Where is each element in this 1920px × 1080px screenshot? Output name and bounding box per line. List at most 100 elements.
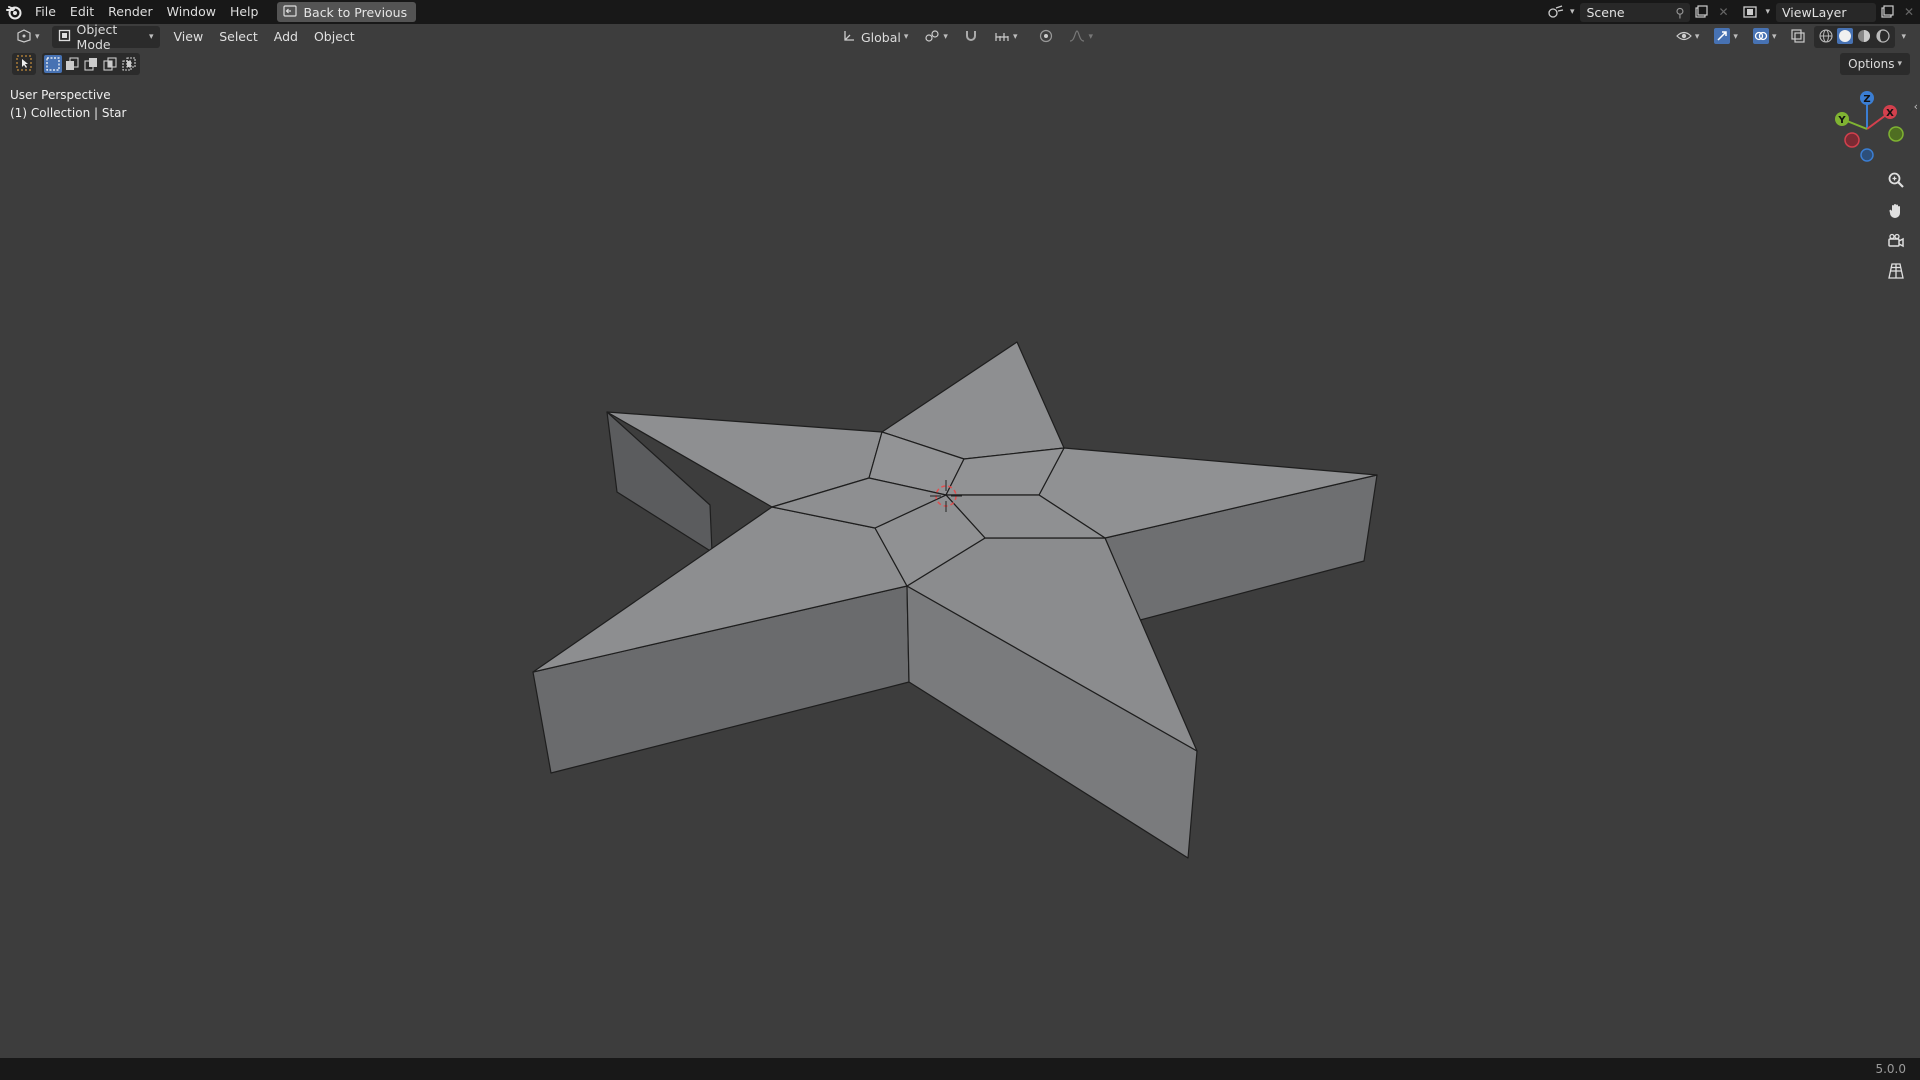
proportional-falloff-selector[interactable]: ▾ xyxy=(1063,26,1099,48)
chevron-down-icon: ▾ xyxy=(35,32,40,42)
select-tool-button[interactable] xyxy=(12,53,36,75)
pivot-point-icon xyxy=(924,29,940,46)
mode-selector[interactable]: Object Mode ▾ xyxy=(51,22,160,52)
viewport-canvas[interactable] xyxy=(0,0,1920,1080)
camera-icon xyxy=(1887,232,1905,253)
navigation-gizmo[interactable]: X Y Z xyxy=(1826,88,1908,170)
mode-label: Object Mode xyxy=(76,22,118,52)
gizmo-neg-x[interactable] xyxy=(1844,132,1860,148)
menu-window[interactable]: Window xyxy=(160,0,223,24)
editor-type-selector[interactable]: ▾ xyxy=(10,26,46,48)
new-view-layer-icon[interactable] xyxy=(1876,2,1898,22)
pivot-point-selector[interactable]: ▾ xyxy=(918,26,954,48)
chevron-down-icon: ▾ xyxy=(1012,32,1018,42)
blender-logo-icon[interactable] xyxy=(0,0,28,24)
xray-icon xyxy=(1791,28,1806,46)
visibility-selector[interactable]: ▾ xyxy=(1670,26,1706,48)
rendered-shading-icon[interactable] xyxy=(1875,28,1891,47)
view-layer-field[interactable]: ViewLayer xyxy=(1776,2,1876,22)
menu-file[interactable]: File xyxy=(28,0,63,24)
viewport-info: User Perspective (1) Collection | Star xyxy=(10,86,126,122)
perspective-toggle-button[interactable] xyxy=(1882,258,1910,286)
chevron-down-icon: ▾ xyxy=(1694,32,1700,42)
menu-edit[interactable]: Edit xyxy=(63,0,101,24)
invert-selection-icon[interactable] xyxy=(101,55,119,73)
camera-view-button[interactable] xyxy=(1882,228,1910,256)
solid-shading-icon[interactable] xyxy=(1837,27,1854,47)
options-dropdown[interactable]: Options ▾ xyxy=(1840,53,1910,75)
gizmo-y-label: Y xyxy=(1837,115,1846,126)
orientation-axes-icon xyxy=(842,29,856,46)
3d-viewport-icon xyxy=(16,28,32,46)
new-scene-icon[interactable] xyxy=(1690,2,1712,22)
back-to-previous-button[interactable]: Back to Previous xyxy=(277,2,417,22)
zoom-magnifier-icon xyxy=(1887,171,1905,192)
snap-target-selector[interactable]: ▾ xyxy=(988,26,1024,48)
scene-name-field[interactable]: Scene ⚲ xyxy=(1580,2,1691,22)
proportional-edit-icon xyxy=(1039,29,1053,46)
workspace-selectors: ▾ Scene ⚲ ✕ ▾ ViewLayer ✕ xyxy=(1545,0,1920,24)
status-bar: 5.0.0 xyxy=(0,1058,1920,1080)
set-new-selection-icon[interactable] xyxy=(44,55,62,73)
tool-settings-row xyxy=(12,53,140,75)
gizmo-icon xyxy=(1714,27,1731,47)
pin-icon[interactable]: ⚲ xyxy=(1675,5,1684,20)
magnet-icon xyxy=(964,29,978,46)
hand-icon xyxy=(1887,202,1905,223)
viewport-display-tools: ▾ ▾ ▾ ▾ xyxy=(1670,26,1906,48)
delete-view-layer-icon[interactable]: ✕ xyxy=(1898,2,1920,22)
gizmo-neg-y[interactable] xyxy=(1888,126,1904,142)
proportional-editing-toggle[interactable] xyxy=(1033,26,1059,48)
delete-scene-icon[interactable]: ✕ xyxy=(1712,2,1734,22)
collection-label: (1) Collection | Star xyxy=(10,106,127,120)
perspective-label: User Perspective xyxy=(10,88,111,102)
menu-view[interactable]: View xyxy=(166,26,212,48)
overlays-toggle[interactable]: ▾ xyxy=(1747,26,1783,48)
chevron-down-icon[interactable]: ▾ xyxy=(1765,7,1770,17)
intersect-selection-icon[interactable] xyxy=(120,55,138,73)
chevron-down-icon: ▾ xyxy=(903,32,909,42)
viewport-header: ▾ Object Mode ▾ View Select Add Object G… xyxy=(0,22,1920,52)
chevron-down-icon: ▾ xyxy=(1088,32,1093,42)
options-label: Options xyxy=(1848,57,1895,71)
scene-selector-icon[interactable] xyxy=(1545,2,1567,22)
sidebar-toggle-chevron-icon[interactable]: ‹ xyxy=(1914,100,1918,113)
chevron-down-icon: ▾ xyxy=(1897,59,1902,69)
object-mode-icon xyxy=(58,29,71,45)
pan-button[interactable] xyxy=(1882,198,1910,226)
menu-help[interactable]: Help xyxy=(223,0,266,24)
subtract-selection-icon[interactable] xyxy=(82,55,100,73)
transform-tools: Global ▾ ▾ ▾ ▾ xyxy=(836,26,1099,48)
gizmo-z-label: Z xyxy=(1863,94,1870,105)
top-menu-bar: File Edit Render Window Help Back to Pre… xyxy=(0,0,1920,24)
gizmo-toggle[interactable]: ▾ xyxy=(1708,26,1744,48)
material-preview-icon[interactable] xyxy=(1856,28,1872,47)
chevron-down-icon: ▾ xyxy=(1771,32,1777,42)
snap-toggle[interactable] xyxy=(958,26,984,48)
menu-object[interactable]: Object xyxy=(306,26,363,48)
grid-perspective-icon xyxy=(1887,262,1905,283)
back-to-previous-label: Back to Previous xyxy=(303,4,408,20)
view-layer-icon[interactable] xyxy=(1740,2,1762,22)
chevron-down-icon: ▾ xyxy=(149,32,154,42)
chevron-down-icon[interactable]: ▾ xyxy=(1570,7,1575,17)
menu-render[interactable]: Render xyxy=(101,0,160,24)
eye-icon xyxy=(1676,29,1692,46)
shading-options-chevron-icon[interactable]: ▾ xyxy=(1901,32,1906,42)
falloff-curve-icon xyxy=(1069,29,1085,46)
zoom-button[interactable] xyxy=(1882,167,1910,195)
extend-selection-icon[interactable] xyxy=(63,55,81,73)
cursor-select-icon xyxy=(16,55,32,74)
chevron-down-icon: ▾ xyxy=(1733,32,1738,42)
shading-mode-group xyxy=(1814,26,1896,48)
gizmo-neg-z[interactable] xyxy=(1860,148,1874,162)
transform-orientation-selector[interactable]: Global ▾ xyxy=(836,26,914,48)
chevron-down-icon: ▾ xyxy=(943,32,948,42)
menu-add[interactable]: Add xyxy=(266,26,306,48)
version-label: 5.0.0 xyxy=(1875,1062,1906,1076)
view-layer-name: ViewLayer xyxy=(1782,4,1847,20)
wireframe-shading-icon[interactable] xyxy=(1818,28,1834,47)
xray-toggle[interactable] xyxy=(1785,26,1811,48)
back-screen-icon xyxy=(283,4,298,20)
menu-select[interactable]: Select xyxy=(211,26,266,48)
